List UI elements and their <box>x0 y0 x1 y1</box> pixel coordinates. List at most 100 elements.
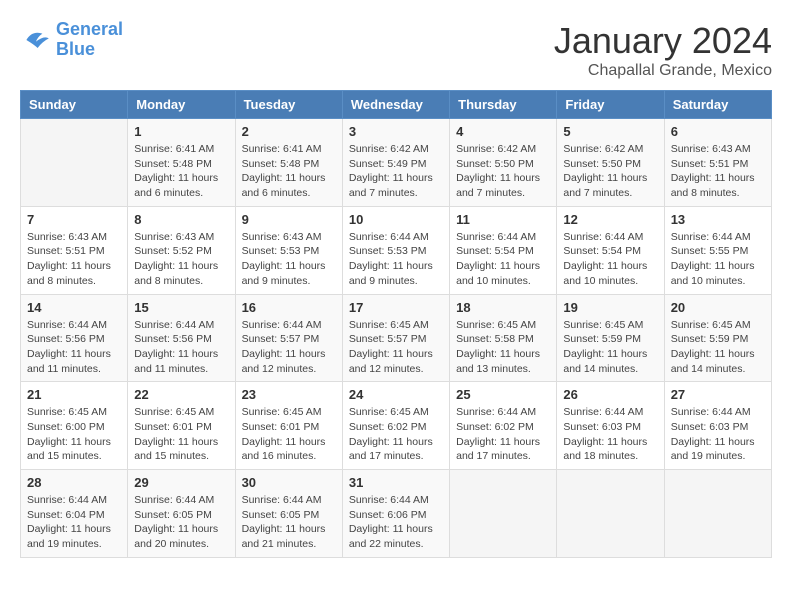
calendar-cell: 6 Sunrise: 6:43 AMSunset: 5:51 PMDaylight… <box>664 119 771 207</box>
day-info: Sunrise: 6:44 AMSunset: 6:04 PMDaylight:… <box>27 493 121 552</box>
calendar-cell: 7 Sunrise: 6:43 AMSunset: 5:51 PMDaylight… <box>21 206 128 294</box>
calendar-cell: 11 Sunrise: 6:44 AMSunset: 5:54 PMDayligh… <box>450 206 557 294</box>
title-block: January 2024 Chapallal Grande, Mexico <box>554 20 772 80</box>
day-number: 8 <box>134 212 228 227</box>
day-number: 6 <box>671 124 765 139</box>
day-info: Sunrise: 6:45 AMSunset: 6:00 PMDaylight:… <box>27 405 121 464</box>
calendar-cell: 3Sunrise: 6:42 AMSunset: 5:49 PMDaylight… <box>342 119 449 207</box>
month-title: January 2024 <box>554 20 772 62</box>
day-number: 7 <box>27 212 121 227</box>
calendar-cell: 15 Sunrise: 6:44 AMSunset: 5:56 PMDayligh… <box>128 294 235 382</box>
page-header: GeneralBlue January 2024 Chapallal Grand… <box>20 20 772 80</box>
calendar-week-3: 21Sunrise: 6:45 AMSunset: 6:00 PMDayligh… <box>21 382 772 470</box>
calendar-cell: 1Sunrise: 6:41 AMSunset: 5:48 PMDaylight… <box>128 119 235 207</box>
day-info: Sunrise: 6:45 AMSunset: 5:59 PMDaylight:… <box>671 318 765 377</box>
day-info: Sunrise: 6:44 AMSunset: 5:55 PMDaylight:… <box>671 230 765 289</box>
day-info: Sunrise: 6:44 AMSunset: 6:06 PMDaylight:… <box>349 493 443 552</box>
day-info: Sunrise: 6:43 AMSunset: 5:52 PMDaylight:… <box>134 230 228 289</box>
calendar-week-0: 1 Sunrise: 6:41 AMSunset: 5:48 PMDaylight… <box>21 119 772 207</box>
day-number: 23 <box>242 387 336 402</box>
calendar-cell: 10 Sunrise: 6:44 AMSunset: 5:53 PMDayligh… <box>342 206 449 294</box>
day-number: 20 <box>671 300 765 315</box>
calendar-cell: 29Sunrise: 6:44 AMSunset: 6:05 PMDayligh… <box>128 470 235 558</box>
day-number: 17 <box>349 300 443 315</box>
calendar-cell <box>664 470 771 558</box>
col-header-tuesday: Tuesday <box>235 91 342 119</box>
day-info: Sunrise: 6:41 AMSunset: 5:48 PMDaylight:… <box>242 142 336 201</box>
logo: GeneralBlue <box>20 20 123 60</box>
col-header-saturday: Saturday <box>664 91 771 119</box>
day-info: Sunrise: 6:43 AMSunset: 5:51 PMDaylight:… <box>671 142 765 201</box>
day-info: Sunrise: 6:44 AMSunset: 6:02 PMDaylight:… <box>456 405 550 464</box>
calendar-cell: 18Sunrise: 6:45 AMSunset: 5:58 PMDayligh… <box>450 294 557 382</box>
calendar-cell: 8 Sunrise: 6:43 AMSunset: 5:52 PMDaylight… <box>128 206 235 294</box>
calendar-week-2: 14Sunrise: 6:44 AMSunset: 5:56 PMDayligh… <box>21 294 772 382</box>
calendar-cell <box>450 470 557 558</box>
col-header-friday: Friday <box>557 91 664 119</box>
calendar-cell: 26Sunrise: 6:44 AMSunset: 6:03 PMDayligh… <box>557 382 664 470</box>
day-info: Sunrise: 6:44 AMSunset: 5:56 PMDaylight:… <box>134 318 228 377</box>
calendar-cell: 16Sunrise: 6:44 AMSunset: 5:57 PMDayligh… <box>235 294 342 382</box>
calendar-cell: 20 Sunrise: 6:45 AMSunset: 5:59 PMDayligh… <box>664 294 771 382</box>
calendar-cell: 14Sunrise: 6:44 AMSunset: 5:56 PMDayligh… <box>21 294 128 382</box>
day-number: 31 <box>349 475 443 490</box>
day-info: Sunrise: 6:45 AMSunset: 5:59 PMDaylight:… <box>563 318 657 377</box>
day-number: 24 <box>349 387 443 402</box>
day-number: 18 <box>456 300 550 315</box>
calendar-cell: 19 Sunrise: 6:45 AMSunset: 5:59 PMDayligh… <box>557 294 664 382</box>
calendar-header-row: SundayMondayTuesdayWednesdayThursdayFrid… <box>21 91 772 119</box>
calendar-cell: 5 Sunrise: 6:42 AMSunset: 5:50 PMDaylight… <box>557 119 664 207</box>
day-number: 4 <box>456 124 550 139</box>
calendar-cell: 22Sunrise: 6:45 AMSunset: 6:01 PMDayligh… <box>128 382 235 470</box>
day-number: 2 <box>242 124 336 139</box>
col-header-sunday: Sunday <box>21 91 128 119</box>
calendar-cell: 9Sunrise: 6:43 AMSunset: 5:53 PMDaylight… <box>235 206 342 294</box>
day-number: 10 <box>349 212 443 227</box>
calendar-cell: 25Sunrise: 6:44 AMSunset: 6:02 PMDayligh… <box>450 382 557 470</box>
day-info: Sunrise: 6:44 AMSunset: 5:54 PMDaylight:… <box>456 230 550 289</box>
col-header-wednesday: Wednesday <box>342 91 449 119</box>
day-number: 3 <box>349 124 443 139</box>
col-header-monday: Monday <box>128 91 235 119</box>
day-number: 13 <box>671 212 765 227</box>
logo-text: GeneralBlue <box>56 20 123 60</box>
day-number: 9 <box>242 212 336 227</box>
calendar-cell <box>557 470 664 558</box>
calendar-cell: 21Sunrise: 6:45 AMSunset: 6:00 PMDayligh… <box>21 382 128 470</box>
calendar-cell: 2 Sunrise: 6:41 AMSunset: 5:48 PMDaylight… <box>235 119 342 207</box>
calendar-table: SundayMondayTuesdayWednesdayThursdayFrid… <box>20 90 772 558</box>
day-info: Sunrise: 6:42 AMSunset: 5:50 PMDaylight:… <box>563 142 657 201</box>
day-number: 11 <box>456 212 550 227</box>
day-info: Sunrise: 6:43 AMSunset: 5:51 PMDaylight:… <box>27 230 121 289</box>
day-number: 16 <box>242 300 336 315</box>
calendar-cell: 31 Sunrise: 6:44 AMSunset: 6:06 PMDayligh… <box>342 470 449 558</box>
day-info: Sunrise: 6:44 AMSunset: 6:03 PMDaylight:… <box>671 405 765 464</box>
calendar-cell: 4 Sunrise: 6:42 AMSunset: 5:50 PMDaylight… <box>450 119 557 207</box>
logo-icon <box>20 24 52 56</box>
day-number: 5 <box>563 124 657 139</box>
day-number: 28 <box>27 475 121 490</box>
day-number: 15 <box>134 300 228 315</box>
calendar-cell: 12 Sunrise: 6:44 AMSunset: 5:54 PMDayligh… <box>557 206 664 294</box>
calendar-cell: 24 Sunrise: 6:45 AMSunset: 6:02 PMDayligh… <box>342 382 449 470</box>
day-info: Sunrise: 6:44 AMSunset: 5:53 PMDaylight:… <box>349 230 443 289</box>
day-number: 12 <box>563 212 657 227</box>
day-info: Sunrise: 6:44 AMSunset: 6:03 PMDaylight:… <box>563 405 657 464</box>
day-number: 1 <box>134 124 228 139</box>
day-number: 19 <box>563 300 657 315</box>
location-subtitle: Chapallal Grande, Mexico <box>554 62 772 80</box>
day-number: 30 <box>242 475 336 490</box>
day-info: Sunrise: 6:42 AMSunset: 5:50 PMDaylight:… <box>456 142 550 201</box>
day-info: Sunrise: 6:45 AMSunset: 6:01 PMDaylight:… <box>134 405 228 464</box>
calendar-week-1: 7 Sunrise: 6:43 AMSunset: 5:51 PMDaylight… <box>21 206 772 294</box>
day-info: Sunrise: 6:44 AMSunset: 5:54 PMDaylight:… <box>563 230 657 289</box>
day-info: Sunrise: 6:45 AMSunset: 6:01 PMDaylight:… <box>242 405 336 464</box>
calendar-cell: 13 Sunrise: 6:44 AMSunset: 5:55 PMDayligh… <box>664 206 771 294</box>
calendar-cell: 27Sunrise: 6:44 AMSunset: 6:03 PMDayligh… <box>664 382 771 470</box>
calendar-cell: 17Sunrise: 6:45 AMSunset: 5:57 PMDayligh… <box>342 294 449 382</box>
col-header-thursday: Thursday <box>450 91 557 119</box>
calendar-cell: 30Sunrise: 6:44 AMSunset: 6:05 PMDayligh… <box>235 470 342 558</box>
calendar-cell: 23 Sunrise: 6:45 AMSunset: 6:01 PMDayligh… <box>235 382 342 470</box>
calendar-week-4: 28 Sunrise: 6:44 AMSunset: 6:04 PMDayligh… <box>21 470 772 558</box>
day-info: Sunrise: 6:45 AMSunset: 6:02 PMDaylight:… <box>349 405 443 464</box>
